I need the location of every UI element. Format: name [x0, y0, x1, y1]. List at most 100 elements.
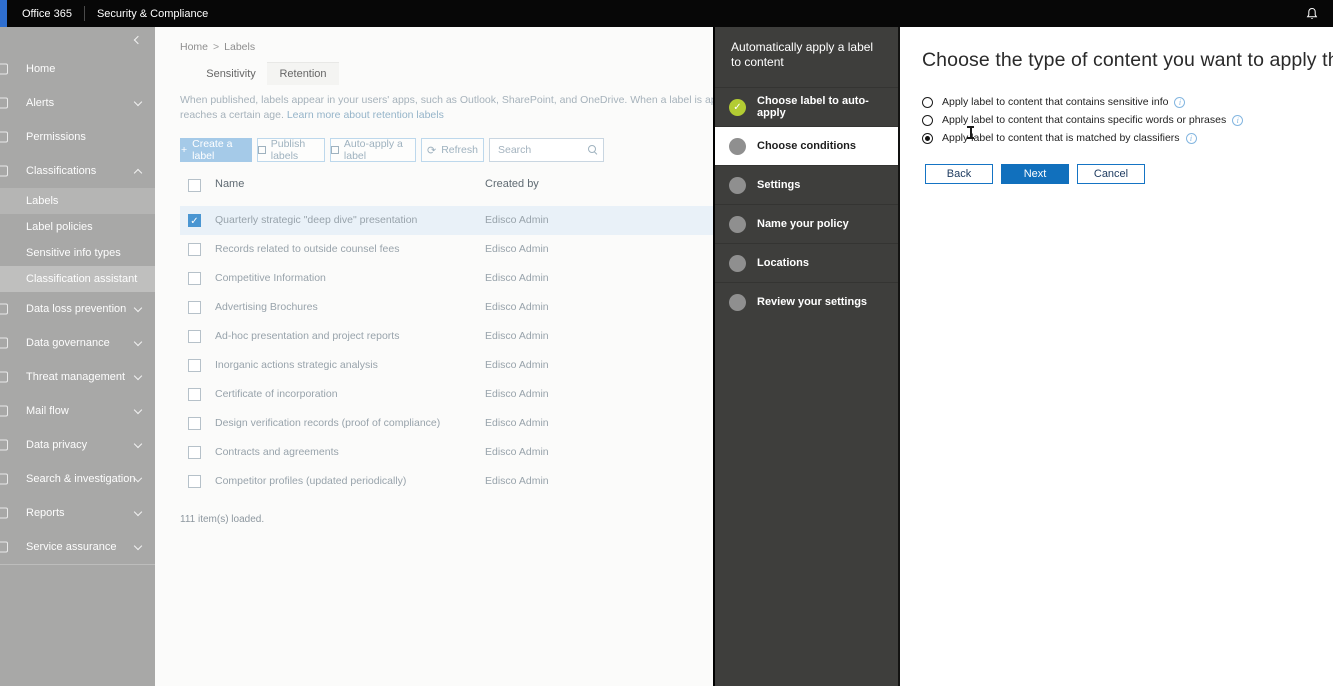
- search-icon: [588, 145, 596, 153]
- threat-management-icon: [0, 372, 8, 383]
- content-type-options: Apply label to content that contains sen…: [922, 93, 1333, 147]
- sidebar-item-reports[interactable]: Reports: [0, 496, 155, 530]
- column-header-name: Name: [215, 178, 244, 190]
- info-icon[interactable]: i: [1232, 115, 1243, 126]
- radio-unselected-icon[interactable]: [922, 97, 933, 108]
- sidebar-item-data-governance[interactable]: Data governance: [0, 326, 155, 360]
- wizard-step-name-your-policy[interactable]: Name your policy: [715, 204, 898, 243]
- chevron-down-icon: [134, 473, 142, 481]
- sidebar-item-search-investigation[interactable]: Search & investigation: [0, 462, 155, 496]
- refresh-button[interactable]: ⟳ Refresh: [421, 138, 484, 162]
- publish-labels-button[interactable]: Publish labels: [257, 138, 325, 162]
- chevron-down-icon: [134, 405, 142, 413]
- row-checkbox[interactable]: [188, 272, 201, 285]
- sidebar-item-threat-management[interactable]: Threat management: [0, 360, 155, 394]
- row-checkbox[interactable]: [188, 301, 201, 314]
- search-investigation-icon: [0, 474, 8, 485]
- step-complete-icon: ✓: [729, 99, 746, 116]
- chevron-down-icon: [134, 507, 142, 515]
- row-checkbox[interactable]: [188, 417, 201, 430]
- search-input[interactable]: [490, 139, 603, 161]
- mail-flow-icon: [0, 406, 8, 417]
- row-checkbox[interactable]: [188, 359, 201, 372]
- brand-office365[interactable]: Office 365: [22, 8, 72, 20]
- app-top-bar: Office 365 Security & Compliance: [0, 0, 1333, 27]
- alerts-icon: [0, 98, 8, 109]
- app-launcher-edge[interactable]: [0, 0, 7, 27]
- back-button[interactable]: Back: [925, 164, 993, 184]
- chevron-down-icon: [134, 439, 142, 447]
- search-box: [489, 138, 604, 162]
- data-governance-icon: [0, 338, 8, 349]
- auto-apply-wizard-panel: Automatically apply a label to content ✓…: [713, 27, 900, 686]
- radio-selected-icon[interactable]: [922, 133, 933, 144]
- row-checkbox[interactable]: [188, 475, 201, 488]
- sidebar-item-labels[interactable]: Labels: [0, 188, 155, 214]
- sidebar-item-sensitive-info-types[interactable]: Sensitive info types: [0, 240, 155, 266]
- service-assurance-icon: [0, 542, 8, 553]
- home-icon: [0, 64, 8, 75]
- chevron-down-icon: [134, 337, 142, 345]
- option-matched-by-classifiers[interactable]: Apply label to content that is matched b…: [922, 129, 1333, 147]
- row-checkbox[interactable]: [188, 446, 201, 459]
- auto-apply-label-button[interactable]: Auto-apply a label: [330, 138, 416, 162]
- option-sensitive-info[interactable]: Apply label to content that contains sen…: [922, 93, 1333, 111]
- wizard-step-choose-conditions[interactable]: Choose conditions: [715, 126, 898, 165]
- chevron-down-icon: [134, 303, 142, 311]
- step-dot-icon: [729, 138, 746, 155]
- step-dot-icon: [729, 255, 746, 272]
- chevron-down-icon: [134, 371, 142, 379]
- cancel-button[interactable]: Cancel: [1077, 164, 1145, 184]
- sidebar-item-mail-flow[interactable]: Mail flow: [0, 394, 155, 428]
- option-words-or-phrases[interactable]: Apply label to content that contains spe…: [922, 111, 1333, 129]
- topbar-divider: [84, 6, 85, 21]
- sidebar-item-data-privacy[interactable]: Data privacy: [0, 428, 155, 462]
- step-dot-icon: [729, 294, 746, 311]
- auto-apply-icon: [331, 146, 339, 154]
- data-loss-prevention-icon: [0, 304, 8, 315]
- wizard-step-choose-label[interactable]: ✓ Choose label to auto-apply: [715, 87, 898, 126]
- notifications-bell-icon[interactable]: [1305, 7, 1319, 21]
- next-button[interactable]: Next: [1001, 164, 1069, 184]
- plus-icon: +: [181, 144, 187, 156]
- sidebar-separator: [0, 564, 155, 565]
- sidebar-item-classifications[interactable]: Classifications: [0, 154, 155, 188]
- wizard-step-settings[interactable]: Settings: [715, 165, 898, 204]
- radio-unselected-icon[interactable]: [922, 115, 933, 126]
- tab-retention[interactable]: Retention: [267, 63, 339, 85]
- sidebar-item-classification-assistant[interactable]: Classification assistant: [0, 266, 155, 292]
- sidebar-collapse-button[interactable]: [0, 27, 155, 52]
- learn-more-link[interactable]: Learn more about retention labels: [287, 109, 444, 121]
- sidebar-item-alerts[interactable]: Alerts: [0, 86, 155, 120]
- sidebar-item-data-loss-prevention[interactable]: Data loss prevention: [0, 292, 155, 326]
- select-all-checkbox[interactable]: [188, 179, 201, 192]
- publish-icon: [258, 146, 266, 154]
- sidebar-item-home[interactable]: Home: [0, 52, 155, 86]
- create-label-button[interactable]: + Create a label: [180, 138, 252, 162]
- sidebar-item-permissions[interactable]: Permissions: [0, 120, 155, 154]
- breadcrumb-labels: Labels: [224, 41, 255, 53]
- sidebar-item-label-policies[interactable]: Label policies: [0, 214, 155, 240]
- row-checkbox[interactable]: [188, 388, 201, 401]
- breadcrumb-home[interactable]: Home: [180, 41, 208, 53]
- page-title: Choose the type of content you want to a…: [922, 49, 1333, 72]
- left-navigation-sidebar: Home Alerts Permissions Classifications …: [0, 27, 155, 686]
- column-header-created-by: Created by: [485, 178, 539, 190]
- sidebar-item-service-assurance[interactable]: Service assurance: [0, 530, 155, 564]
- row-checkbox[interactable]: [188, 243, 201, 256]
- info-icon[interactable]: i: [1186, 133, 1197, 144]
- info-icon[interactable]: i: [1174, 97, 1185, 108]
- tab-sensitivity[interactable]: Sensitivity: [195, 63, 267, 85]
- classifications-icon: [0, 166, 8, 177]
- wizard-step-locations[interactable]: Locations: [715, 243, 898, 282]
- wizard-step-review-your-settings[interactable]: Review your settings: [715, 282, 898, 321]
- chevron-down-icon: [134, 97, 142, 105]
- data-privacy-icon: [0, 440, 8, 451]
- choose-conditions-content: Choose the type of content you want to a…: [900, 27, 1333, 686]
- refresh-icon: ⟳: [427, 145, 436, 156]
- wizard-navigation-buttons: Back Next Cancel: [925, 164, 1333, 184]
- row-checkbox[interactable]: ✓: [188, 214, 201, 227]
- chevron-down-icon: [134, 541, 142, 549]
- app-title: Security & Compliance: [97, 8, 208, 20]
- row-checkbox[interactable]: [188, 330, 201, 343]
